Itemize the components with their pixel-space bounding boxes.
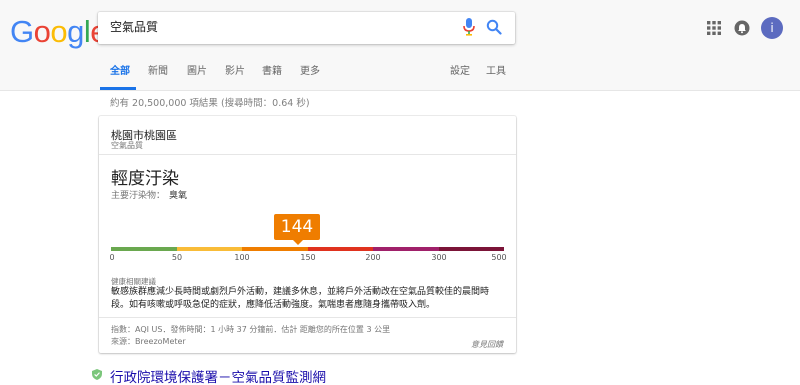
scale-tick: 100 bbox=[234, 253, 250, 262]
logo-letter: o bbox=[33, 14, 51, 49]
feedback-link[interactable]: 意見回饋 bbox=[471, 339, 503, 350]
header: Google i 全部 新聞 圖片 影片 書籍 更多 設定 工具 bbox=[0, 0, 800, 91]
notifications-icon[interactable] bbox=[734, 20, 750, 36]
tab-images[interactable]: 圖片 bbox=[187, 62, 207, 77]
source-meta: 指數：AQI US．發佈時間：1 小時 37 分鐘前．估計 距離您的所在位置 3… bbox=[111, 325, 391, 334]
mic-icon[interactable] bbox=[462, 18, 476, 36]
scale-segment-hazardous bbox=[439, 247, 504, 251]
scale-tick: 0 bbox=[109, 253, 115, 262]
logo-letter: o bbox=[50, 14, 68, 49]
aqi-value-marker: 144 bbox=[274, 214, 320, 240]
tools-link[interactable]: 工具 bbox=[486, 62, 506, 77]
aqi-marker-pointer bbox=[293, 240, 303, 245]
source-provider: 來源：BreezoMeter bbox=[111, 337, 186, 346]
search-box bbox=[98, 12, 515, 44]
logo-letter: G bbox=[10, 14, 34, 49]
scale-tick: 150 bbox=[300, 253, 316, 262]
scale-segment-good bbox=[111, 247, 177, 251]
pollutant-label: 主要汙染物： bbox=[111, 191, 166, 201]
avatar[interactable]: i bbox=[761, 17, 783, 39]
pollutant-value: 臭氧 bbox=[169, 191, 188, 201]
search-icon[interactable] bbox=[486, 19, 502, 35]
main-pollutant: 主要汙染物： 臭氧 bbox=[111, 188, 187, 201]
pollution-level: 輕度汙染 bbox=[111, 169, 179, 189]
health-advice-text: 敏感族群應減少長時間或劇烈戶外活動，建議多休息，並將戶外活動改在空氣品質較佳的晨… bbox=[111, 287, 490, 310]
tab-more[interactable]: 更多 bbox=[300, 62, 320, 77]
scale-tick: 200 bbox=[365, 253, 381, 262]
apps-grid-icon[interactable] bbox=[707, 21, 721, 35]
google-logo[interactable]: Google bbox=[10, 14, 108, 50]
scale-tick: 300 bbox=[431, 253, 447, 262]
tab-videos[interactable]: 影片 bbox=[225, 62, 245, 77]
shield-icon bbox=[92, 369, 102, 380]
result-title-link[interactable]: 行政院環境保護署－空氣品質監測網 bbox=[110, 366, 326, 385]
tab-all[interactable]: 全部 bbox=[110, 62, 130, 77]
scale-tick: 500 bbox=[491, 253, 507, 262]
scale-segment-moderate bbox=[177, 247, 242, 251]
tab-books[interactable]: 書籍 bbox=[262, 62, 282, 77]
settings-link[interactable]: 設定 bbox=[450, 62, 470, 77]
scale-segment-sensitive bbox=[242, 247, 308, 251]
result-stats: 約有 20,500,000 項結果 (搜尋時間：0.64 秒) bbox=[110, 98, 310, 109]
air-quality-card: 桃園市桃園區 空氣品質 輕度汙染 主要汙染物： 臭氧 144 0 50 100 1… bbox=[99, 116, 516, 353]
logo-letter: g bbox=[67, 14, 84, 49]
search-input[interactable] bbox=[110, 19, 450, 33]
scale-segment-very-unhealthy bbox=[373, 247, 439, 251]
aqi-scale-bar bbox=[111, 247, 504, 251]
active-tab-indicator bbox=[100, 87, 136, 90]
search-tabs: 全部 新聞 圖片 影片 書籍 更多 設定 工具 bbox=[0, 60, 800, 91]
scale-tick: 50 bbox=[171, 253, 183, 262]
tab-news[interactable]: 新聞 bbox=[148, 62, 168, 77]
card-subtitle: 空氣品質 bbox=[111, 141, 143, 150]
scale-segment-unhealthy bbox=[308, 247, 373, 251]
divider bbox=[99, 317, 516, 318]
divider bbox=[99, 154, 516, 155]
